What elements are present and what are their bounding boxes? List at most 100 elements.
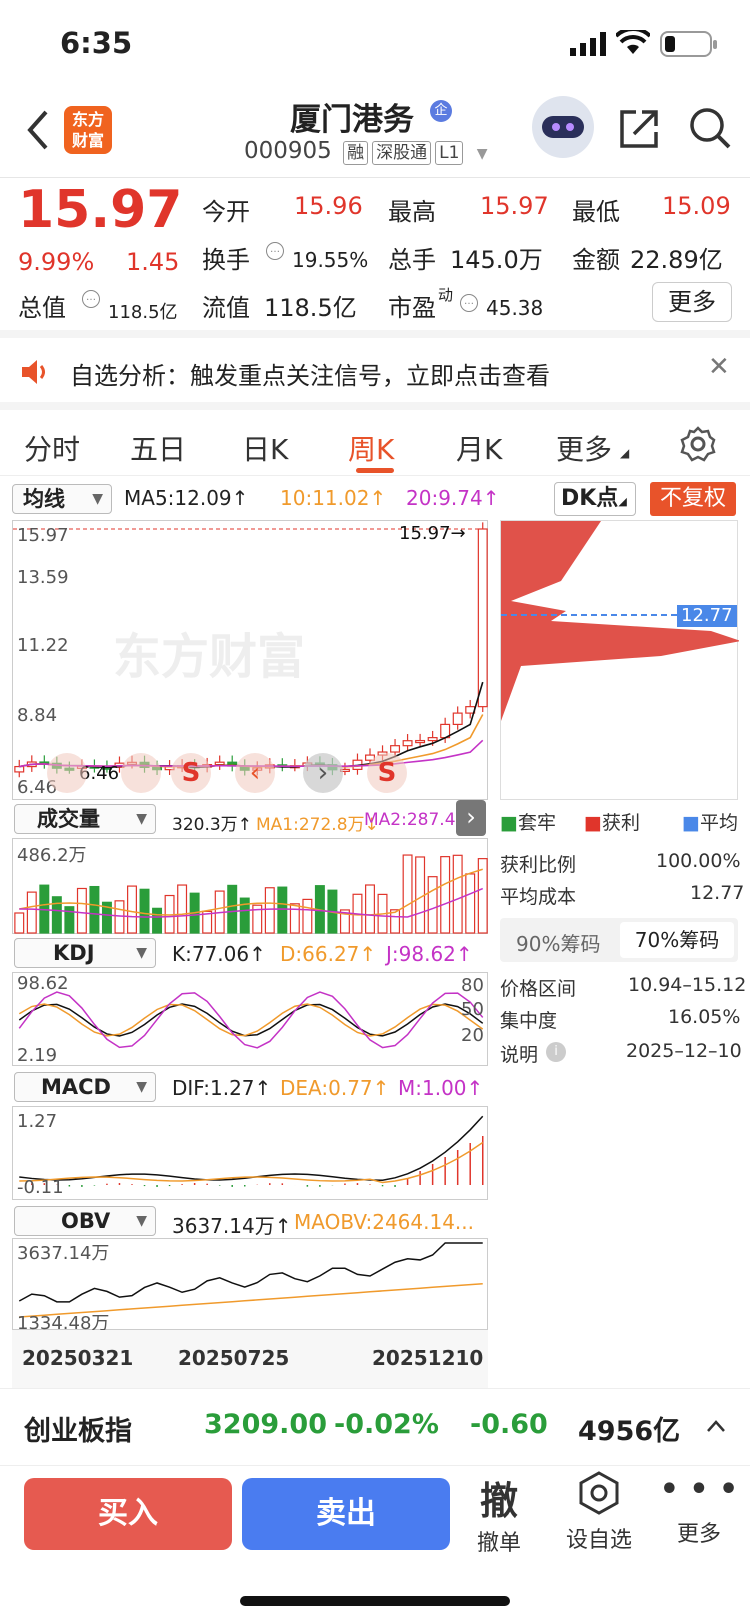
open-label: 今开 [202,198,250,226]
date-label: 20250725 [178,1346,290,1370]
candle [402,740,413,747]
more-dots-icon: • • • [659,1472,739,1507]
tab-more[interactable]: 更多 [556,428,612,468]
float-label: 流值 [202,294,250,322]
more-actions-button[interactable]: • • • 更多 [654,1470,744,1548]
volume-bar [14,912,25,934]
tab-5day[interactable]: 五日 [130,428,186,468]
pe-sup: 动 [438,286,454,304]
kdj-axis-bot: 2.19 [17,1045,58,1066]
battery-icon [660,31,717,57]
chevron-up-icon[interactable] [706,1419,726,1433]
volume-bar [152,907,163,934]
obv-chart[interactable]: 3637.14万 1334.48万 [12,1238,488,1334]
next-signal-button[interactable]: › [303,753,343,793]
volume-bar [465,873,476,934]
turnover-value: 19.55% [292,248,369,272]
assistant-avatar[interactable] [532,96,594,158]
volume-chart[interactable]: 486.2万 [12,838,488,934]
float-value: 118.5亿 [264,294,357,322]
kdj-svg [18,991,484,1049]
more-button[interactable]: 更多 [652,282,732,322]
sell-button[interactable]: 卖出 [242,1478,450,1550]
close-icon[interactable]: ✕ [708,352,730,382]
kdj-level-80: 80 [461,975,484,996]
chip-distribution[interactable]: 12.77 [500,520,739,801]
tab-monthly[interactable]: 月K [456,428,502,468]
kdj-chart[interactable]: 98.62 2.19 80 50 20 [12,972,488,1066]
kdj-selector[interactable]: KDJ ▼ [14,938,156,968]
cancel-icon: 撤 [479,1479,518,1523]
buy-button[interactable]: 买入 [24,1478,232,1550]
info-icon[interactable]: … [460,294,478,312]
signal-marker[interactable] [121,753,161,793]
stock-code: 000905 [244,138,332,164]
tab-90-chip[interactable]: 90%筹码 [516,928,600,957]
y-label: 11.22 [17,635,69,656]
home-indicator [240,1596,510,1606]
back-icon[interactable] [26,110,50,150]
volume-bar [302,898,313,934]
info-icon[interactable]: i [546,1042,566,1062]
signal-icon [570,32,606,56]
signal-marker[interactable] [47,753,87,793]
obv-selector[interactable]: OBV ▼ [14,1206,156,1236]
volume-bar [427,876,438,934]
adjust-button[interactable]: 不复权 [650,482,736,516]
search-icon[interactable] [688,106,732,150]
volume-label: 总手 [388,246,436,274]
info-icon[interactable]: … [266,242,284,260]
range-label: 价格区间 [500,978,577,1000]
cancel-order-button[interactable]: 撤 撤单 [454,1470,544,1557]
dk-button[interactable]: DK点◢ [554,482,636,516]
note-label: 说明 [500,1044,539,1066]
ma-selector[interactable]: 均线 ▼ [12,484,112,514]
pe-value: 45.38 [486,296,544,320]
index-value: 3209.00 [204,1409,327,1440]
volume-selector[interactable]: 成交量 ▼ [14,804,156,834]
tab-daily[interactable]: 日K [242,428,288,468]
index-ticker[interactable]: 创业板指 3209.00 -0.02% -0.60 4956亿 [0,1388,750,1466]
high-value: 15.97 [480,192,549,220]
macd-axis-bot: -0.11 [17,1177,64,1198]
candle [452,712,463,726]
wifi-icon [616,30,650,54]
tab-70-chip[interactable]: 70%筹码 [620,922,734,958]
add-watchlist-button[interactable]: 设自选 [554,1470,644,1554]
amount-value: 22.89亿 [630,246,723,274]
macd-selector[interactable]: MACD ▼ [14,1072,156,1102]
notice-bar[interactable]: 自选分析：触发重点关注信号，立即点击查看 ✕ [0,338,750,410]
macd-chart[interactable]: 1.27 -0.11 [12,1106,488,1200]
volume-bar [264,887,275,934]
notice-text: 自选分析：触发重点关注信号，立即点击查看 [70,362,550,390]
index-chg: -0.60 [470,1409,548,1440]
prev-signal-button[interactable]: ‹ [235,753,275,793]
info-icon[interactable]: … [82,290,100,308]
sell-signal-marker[interactable]: S [367,753,407,793]
volume-bar [114,900,125,934]
range-value: 10.94–15.12 [628,974,747,996]
tab-intraday[interactable]: 分时 [24,428,80,468]
kline-chart[interactable]: 东方财富 15.97 13.59 11.22 8.84 6.46 15.97→ … [12,520,489,800]
open-value: 15.96 [294,192,363,220]
ma20-label: 20:9.74↑ [406,486,500,510]
volume-axis-top: 486.2万 [17,845,87,866]
kdj-j: J:98.62↑ [386,942,473,966]
low-value: 15.09 [662,192,731,220]
volume-bar [452,854,463,934]
volume-bar [127,885,137,934]
volume-value: 320.3万↑ [172,815,252,835]
macd-dea: DEA:0.77↑ [280,1076,390,1100]
last-price-marker: 15.97→ [399,523,466,544]
share-icon[interactable] [618,108,660,150]
expand-chips-button[interactable]: › [456,800,486,836]
watchlist-icon [579,1471,619,1515]
pe-label: 市盈 [388,294,436,322]
index-amount: 4956亿 [578,1416,681,1447]
volume-bar [89,885,100,934]
more-caret-icon: ◢ [620,446,630,460]
sell-signal-marker[interactable]: S [171,753,211,793]
tab-weekly[interactable]: 周K [348,428,394,468]
settings-icon[interactable] [680,426,716,462]
dropdown-icon[interactable]: ▼ [477,146,488,162]
